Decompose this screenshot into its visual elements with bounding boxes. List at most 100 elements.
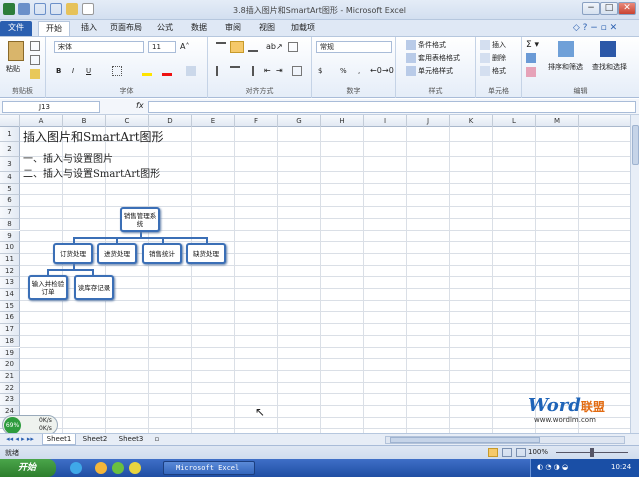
smartart-node[interactable]: 读库存记录 — [74, 275, 114, 300]
tab-home[interactable]: 开始 — [38, 21, 70, 36]
column-header[interactable]: G — [278, 115, 321, 127]
row-header[interactable]: 14 — [0, 289, 20, 301]
tab-addins[interactable]: 加载项 — [286, 21, 320, 36]
close-button[interactable]: ✕ — [618, 2, 636, 15]
decrease-indent-icon[interactable]: ⇤ — [264, 66, 274, 76]
vertical-scrollbar[interactable] — [630, 115, 639, 433]
cell-a2[interactable]: 一、插入与设置图片 — [23, 150, 113, 165]
row-header[interactable]: 5 — [0, 183, 20, 196]
smartart-node[interactable]: 销售统计 — [142, 243, 182, 264]
tab-insert[interactable]: 插入 — [74, 21, 104, 36]
smartart-node-root[interactable]: 销售管理系统 — [120, 207, 160, 232]
align-left-icon[interactable] — [216, 66, 226, 76]
align-bottom-icon[interactable] — [248, 42, 258, 52]
row-header[interactable]: 4 — [0, 172, 20, 184]
grow-font-button[interactable]: A˄ — [180, 41, 202, 53]
italic-button[interactable]: I — [72, 65, 82, 77]
zoom-slider-thumb[interactable] — [590, 448, 594, 457]
smartart-node[interactable]: 缺货处理 — [186, 243, 226, 264]
help-icons[interactable]: ◇ ? − ▫ ✕ — [560, 21, 630, 36]
column-header[interactable]: B — [63, 115, 106, 127]
row-header[interactable]: 10 — [0, 242, 20, 254]
align-top-icon[interactable] — [216, 42, 226, 52]
row-header[interactable]: 6 — [0, 195, 20, 208]
row-header[interactable]: 18 — [0, 335, 20, 348]
row-header[interactable]: 22 — [0, 382, 20, 395]
insert-cells-button[interactable]: 插入 — [492, 39, 506, 51]
number-format-select[interactable]: 常规 — [316, 41, 392, 53]
row-header[interactable]: 15 — [0, 300, 20, 313]
sheet-tab[interactable]: Sheet3 — [114, 434, 148, 445]
clear-icon[interactable] — [526, 67, 536, 77]
quicklaunch-icon[interactable] — [95, 462, 107, 474]
delete-cells-button[interactable]: 删除 — [492, 52, 506, 64]
tab-file[interactable]: 文件 — [0, 21, 32, 36]
row-header[interactable]: 19 — [0, 347, 20, 360]
normal-view-icon[interactable] — [488, 448, 498, 457]
column-header[interactable]: L — [493, 115, 536, 127]
row-header[interactable]: 9 — [0, 230, 20, 243]
cell-a3[interactable]: 二、插入与设置SmartArt图形 — [23, 165, 160, 180]
tab-page-layout[interactable]: 页面布局 — [106, 21, 146, 36]
insert-sheet-icon[interactable]: ▫ — [150, 434, 164, 445]
select-all-corner[interactable] — [0, 115, 20, 127]
tab-view[interactable]: 视图 — [252, 21, 282, 36]
quicklaunch-icon[interactable] — [112, 462, 124, 474]
cut-icon[interactable] — [30, 41, 40, 51]
phonetic-icon[interactable] — [186, 66, 196, 76]
comma-button[interactable]: , — [358, 65, 370, 77]
fill-icon[interactable] — [526, 53, 536, 63]
increase-decimal-icon[interactable]: ←0 — [370, 66, 382, 76]
paste-button[interactable]: 粘贴 — [6, 63, 20, 75]
orientation-icon[interactable]: ab↗ — [266, 42, 283, 52]
maximize-button[interactable]: □ — [600, 2, 618, 15]
name-box[interactable]: J13 — [2, 101, 100, 113]
font-size-select[interactable]: 11 — [148, 41, 176, 53]
paste-icon[interactable] — [8, 41, 24, 61]
column-header[interactable]: K — [450, 115, 493, 127]
smartart-node[interactable]: 进货处理 — [97, 243, 137, 264]
cell-styles-button[interactable]: 单元格样式 — [418, 65, 453, 77]
smartart-node[interactable]: 订货处理 — [53, 243, 93, 264]
hscroll-thumb[interactable] — [390, 437, 540, 443]
column-header[interactable]: J — [407, 115, 450, 127]
format-cells-button[interactable]: 格式 — [492, 65, 506, 77]
column-header[interactable]: F — [235, 115, 278, 127]
row-header[interactable]: 16 — [0, 312, 20, 325]
align-center-icon[interactable] — [230, 66, 240, 76]
sheet-tab[interactable]: Sheet2 — [78, 434, 112, 445]
find-select-button[interactable]: 查找和选择 — [592, 61, 627, 73]
row-header[interactable]: 2 — [0, 142, 20, 157]
find-select-icon[interactable] — [600, 41, 616, 57]
row-header[interactable]: 3 — [0, 157, 20, 172]
merge-center-icon[interactable] — [292, 66, 302, 76]
align-right-icon[interactable] — [244, 66, 254, 76]
currency-button[interactable]: $ — [318, 65, 330, 77]
sheet-nav-arrows[interactable]: ◂◂ ◂ ▸ ▸▸ — [0, 434, 40, 445]
sort-filter-button[interactable]: 排序和筛选 — [548, 61, 583, 73]
zoom-level[interactable]: 100% — [528, 448, 548, 456]
tab-review[interactable]: 审阅 — [218, 21, 248, 36]
increase-indent-icon[interactable]: ⇥ — [276, 66, 286, 76]
column-header[interactable]: A — [20, 115, 63, 127]
scroll-thumb[interactable] — [632, 125, 639, 165]
border-icon[interactable] — [112, 66, 122, 76]
tab-data[interactable]: 数据 — [184, 21, 214, 36]
sort-filter-icon[interactable] — [558, 41, 574, 57]
row-header[interactable]: 17 — [0, 324, 20, 336]
insert-function-button[interactable]: fx — [136, 101, 144, 110]
row-header[interactable]: 13 — [0, 277, 20, 289]
tray-icons[interactable]: ◐ ◔ ◑ ◒ — [537, 463, 587, 473]
page-break-view-icon[interactable] — [516, 448, 526, 457]
taskbar-excel-item[interactable]: Microsoft Excel ... — [163, 461, 255, 477]
format-as-table-button[interactable]: 套用表格格式 — [418, 52, 460, 64]
quicklaunch-icon[interactable] — [129, 462, 141, 474]
row-header[interactable]: 11 — [0, 253, 20, 266]
format-painter-icon[interactable] — [30, 69, 40, 79]
tab-formulas[interactable]: 公式 — [150, 21, 180, 36]
wrap-text-icon[interactable] — [288, 42, 298, 52]
sheet-tab[interactable]: Sheet1 — [42, 434, 76, 445]
network-speed-widget[interactable]: 69% 0K/s 0K/s — [2, 415, 58, 433]
underline-button[interactable]: U — [86, 65, 96, 77]
copy-icon[interactable] — [30, 55, 40, 65]
